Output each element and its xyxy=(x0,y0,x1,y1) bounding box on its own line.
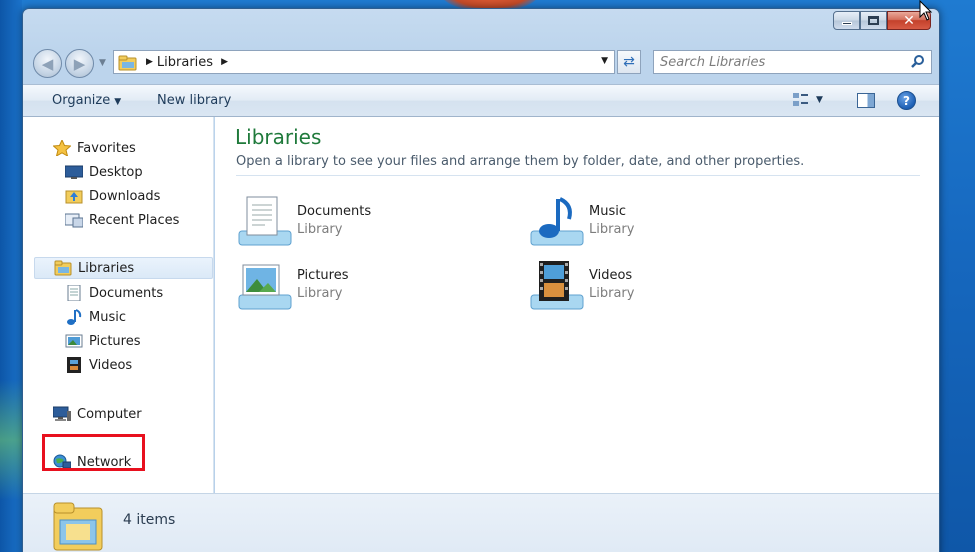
libraries-folder-large-icon xyxy=(52,500,104,552)
sidebar-item-recent-places[interactable]: Recent Places xyxy=(64,209,180,231)
sidebar-item-music[interactable]: Music xyxy=(65,306,126,328)
library-name: Pictures xyxy=(297,268,349,283)
change-view-button[interactable]: ▼ xyxy=(792,92,823,108)
breadcrumb-separator-icon[interactable]: ▶ xyxy=(221,57,228,67)
help-button[interactable]: ? xyxy=(897,91,916,110)
sidebar-item-label: Pictures xyxy=(89,333,141,349)
title-bar[interactable]: ✕ xyxy=(23,9,939,47)
desktop-background-glow xyxy=(0,380,22,500)
sidebar-item-label: Videos xyxy=(89,357,133,373)
sidebar-item-libraries[interactable]: Libraries xyxy=(34,257,213,279)
back-arrow-icon: ◀ xyxy=(41,54,54,73)
sidebar-item-documents[interactable]: Documents xyxy=(65,282,163,304)
address-bar[interactable]: ▶ Libraries ▶ ▼ xyxy=(113,50,615,74)
sidebar-item-label: Recent Places xyxy=(89,212,180,228)
search-icon[interactable] xyxy=(911,54,925,68)
maximize-button[interactable] xyxy=(860,11,887,30)
refresh-button[interactable]: ⇄ xyxy=(617,50,641,74)
sidebar-item-label: Libraries xyxy=(78,260,135,276)
new-library-button[interactable]: New library xyxy=(157,93,231,108)
sidebar-item-videos[interactable]: Videos xyxy=(65,354,132,376)
search-input[interactable] xyxy=(660,52,910,72)
explorer-window: ✕ ◀ ▶ ▼ ▶ Libraries ▶ ▼ ⇄ Organize▼ New … xyxy=(22,8,940,552)
library-type: Library xyxy=(297,286,343,301)
navigation-bar: ◀ ▶ ▼ ▶ Libraries ▶ ▼ ⇄ xyxy=(23,47,939,78)
sidebar-item-label: Documents xyxy=(89,285,164,301)
page-title: Libraries xyxy=(235,125,322,149)
videos-icon xyxy=(65,357,83,373)
library-name: Videos xyxy=(589,268,633,283)
forward-arrow-icon: ▶ xyxy=(73,54,86,73)
item-count: 4 items xyxy=(123,512,176,528)
library-tile-videos[interactable]: Videos Library xyxy=(527,259,767,317)
library-tile-music[interactable]: Music Library xyxy=(527,195,767,253)
organize-label: Organize xyxy=(52,93,111,108)
star-icon xyxy=(52,138,72,158)
library-tile-documents[interactable]: Documents Library xyxy=(235,195,475,253)
sidebar-item-label: Music xyxy=(89,309,126,325)
back-button[interactable]: ◀ xyxy=(33,49,62,78)
content-pane: Libraries Open a library to see your fil… xyxy=(215,117,939,493)
breadcrumb-libraries[interactable]: Libraries xyxy=(157,55,213,70)
libraries-icon xyxy=(54,260,72,276)
chevron-down-icon: ▼ xyxy=(114,97,122,107)
sidebar-item-pictures[interactable]: Pictures xyxy=(65,330,140,352)
sidebar-item-label: Favorites xyxy=(77,140,136,156)
command-bar: Organize ▼ New library ▼ ? xyxy=(23,84,939,117)
caption-buttons: ✕ xyxy=(833,11,931,30)
pictures-library-icon xyxy=(235,259,293,315)
library-name: Music xyxy=(589,204,626,219)
minimize-button[interactable] xyxy=(833,11,860,30)
recent-pages-dropdown[interactable]: ▼ xyxy=(99,58,106,68)
documents-icon xyxy=(65,284,83,302)
library-type: Library xyxy=(297,222,343,237)
computer-icon xyxy=(52,406,71,422)
header-divider xyxy=(236,175,920,176)
organize-button[interactable]: Organize ▼ xyxy=(52,93,121,108)
maximize-icon xyxy=(868,16,879,25)
network-highlight-box xyxy=(42,434,145,471)
search-box[interactable] xyxy=(653,50,932,74)
views-dropdown-icon: ▼ xyxy=(816,95,823,105)
desktop-icon xyxy=(64,164,84,180)
library-type: Library xyxy=(589,286,635,301)
sidebar-item-label: Computer xyxy=(77,406,142,422)
help-icon: ? xyxy=(903,93,910,108)
page-subtitle: Open a library to see your files and arr… xyxy=(236,154,805,169)
sidebar-item-favorites[interactable]: Favorites xyxy=(52,137,136,159)
sidebar-item-computer[interactable]: Computer xyxy=(52,403,142,425)
library-tile-pictures[interactable]: Pictures Library xyxy=(235,259,475,317)
videos-library-icon xyxy=(527,259,585,315)
music-library-icon xyxy=(527,195,585,251)
sidebar-item-downloads[interactable]: Downloads xyxy=(65,185,160,207)
address-dropdown-icon[interactable]: ▼ xyxy=(601,56,608,66)
documents-library-icon xyxy=(235,195,293,251)
minimize-icon xyxy=(841,22,852,25)
sidebar-item-label: Desktop xyxy=(89,164,143,180)
preview-pane-button[interactable] xyxy=(857,93,875,108)
library-name: Documents xyxy=(297,204,372,219)
downloads-icon xyxy=(65,188,83,204)
sidebar-item-desktop[interactable]: Desktop xyxy=(64,161,143,183)
refresh-icon: ⇄ xyxy=(623,54,635,70)
close-icon: ✕ xyxy=(903,12,915,29)
music-icon xyxy=(65,309,83,325)
recent-places-icon xyxy=(64,212,84,228)
libraries-folder-icon xyxy=(118,55,138,71)
forward-button[interactable]: ▶ xyxy=(65,49,94,78)
details-pane: 4 items xyxy=(23,493,939,552)
pictures-icon xyxy=(65,333,83,349)
library-type: Library xyxy=(589,222,635,237)
breadcrumb-separator-icon[interactable]: ▶ xyxy=(146,57,153,67)
views-icon xyxy=(793,93,808,106)
sidebar-item-label: Downloads xyxy=(89,188,161,204)
mouse-cursor-icon xyxy=(919,0,933,22)
